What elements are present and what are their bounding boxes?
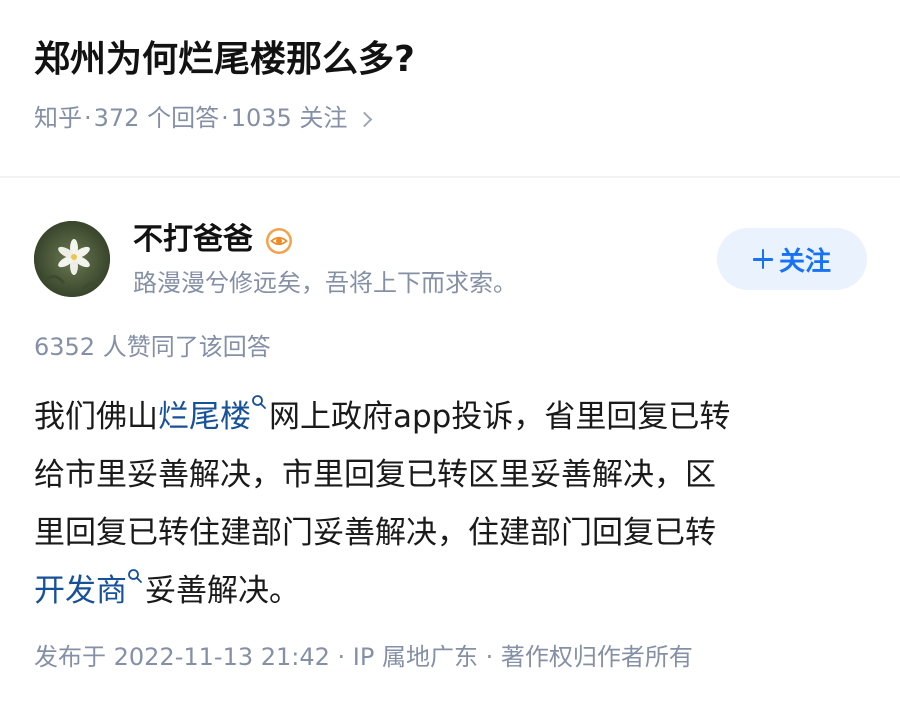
keyword-link[interactable]: 烂尾楼 (158, 399, 251, 435)
question-meta[interactable]: 知乎 · 372 个回答 · 1035 关注 (34, 100, 373, 136)
answer-content: 我们佛山烂尾楼 网上政府app投诉，省里回复已转 给市里妥善解决，市里回复已转区里… (34, 388, 874, 620)
keyword-link[interactable]: 开发商 (34, 573, 127, 609)
publish-info: 发布于 2022-11-13 21:42 · IP 属地广东 · 著作权归作者所… (34, 643, 693, 671)
author-name-text: 不打爸爸 (133, 222, 253, 257)
author-bio: 路漫漫兮修远矣，吾将上下而求索。 (133, 269, 517, 297)
answer-count: 372 个回答 (93, 104, 220, 132)
meta-separator: · (84, 104, 92, 132)
plus-icon (752, 249, 773, 269)
chevron-right-icon (357, 111, 373, 127)
question-source: 知乎 (34, 104, 82, 132)
answer-text: 网上政府app投诉，省里回复已转 (269, 399, 731, 435)
author-avatar[interactable] (34, 221, 110, 297)
question-title[interactable]: 郑州为何烂尾楼那么多? (34, 34, 415, 86)
author-name[interactable]: 不打爸爸 (133, 220, 293, 260)
search-icon[interactable] (251, 394, 267, 410)
answer-line: 我们佛山烂尾楼 网上政府app投诉，省里回复已转 (34, 388, 874, 446)
vote-count: 6352 人赞同了该回答 (34, 333, 271, 361)
follow-button[interactable]: 关注 (717, 228, 867, 290)
answer-text: 妥善解决。 (145, 573, 300, 609)
follower-count: 1035 关注 (230, 104, 348, 132)
answer-text: 我们佛山 (34, 399, 158, 435)
search-icon[interactable] (127, 568, 143, 584)
section-divider (0, 176, 900, 178)
answer-line: 里回复已转住建部门妥善解决，住建部门回复已转 (34, 515, 716, 551)
follow-label: 关注 (778, 246, 831, 277)
answer-line: 给市里妥善解决，市里回复已转区里妥善解决，区 (34, 457, 716, 493)
meta-separator: · (221, 104, 229, 132)
eye-badge-icon (265, 226, 293, 254)
flower-avatar-icon (34, 221, 110, 297)
answer-line: 开发商 妥善解决。 (34, 562, 874, 620)
